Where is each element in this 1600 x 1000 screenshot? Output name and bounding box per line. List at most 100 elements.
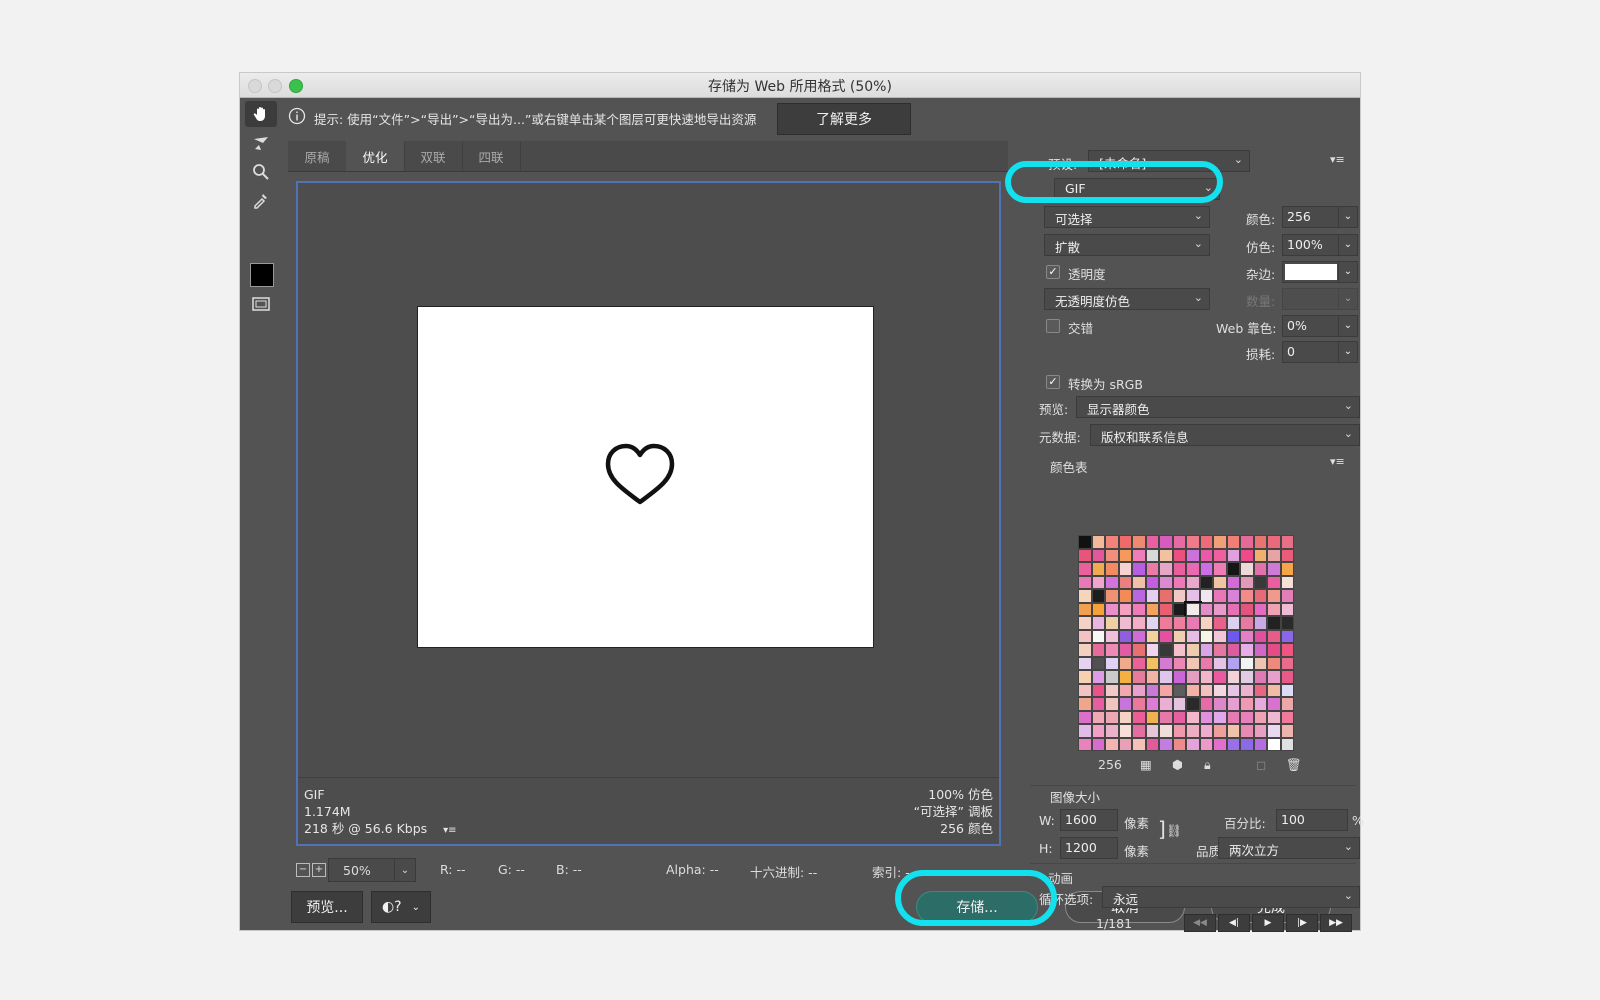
color-swatch[interactable] xyxy=(1186,616,1200,630)
color-swatch[interactable] xyxy=(1145,656,1159,670)
color-swatch[interactable] xyxy=(1078,602,1092,616)
panel-menu-icon[interactable]: ▾≡ xyxy=(1330,455,1345,468)
color-swatch[interactable] xyxy=(1105,656,1119,670)
color-swatch[interactable] xyxy=(1118,562,1132,576)
color-swatch[interactable] xyxy=(1199,697,1213,711)
color-swatch[interactable] xyxy=(1213,724,1227,738)
color-swatch[interactable] xyxy=(1172,589,1186,603)
color-swatch[interactable] xyxy=(1240,575,1254,589)
color-swatch[interactable] xyxy=(1186,724,1200,738)
color-swatch[interactable] xyxy=(1213,575,1227,589)
color-swatch[interactable] xyxy=(1105,535,1119,549)
color-swatch[interactable] xyxy=(1078,724,1092,738)
color-swatch[interactable] xyxy=(1280,697,1294,711)
color-swatch[interactable] xyxy=(1118,535,1132,549)
color-swatch[interactable] xyxy=(1226,724,1240,738)
color-swatch[interactable] xyxy=(1199,629,1213,643)
color-swatch[interactable] xyxy=(1118,670,1132,684)
color-swatch[interactable] xyxy=(1199,683,1213,697)
color-swatch[interactable] xyxy=(1226,535,1240,549)
color-swatch[interactable] xyxy=(1091,535,1105,549)
matte-select[interactable]: ⌄ xyxy=(1282,261,1358,283)
color-swatch[interactable] xyxy=(1105,629,1119,643)
zoom-level-select[interactable]: 50% ⌄ xyxy=(328,858,416,882)
color-swatch[interactable] xyxy=(1280,643,1294,657)
color-swatch[interactable] xyxy=(1267,724,1281,738)
color-swatch[interactable] xyxy=(1132,670,1146,684)
color-swatch[interactable] xyxy=(1199,589,1213,603)
color-swatch[interactable] xyxy=(1199,724,1213,738)
color-swatch[interactable] xyxy=(1186,535,1200,549)
quality-select[interactable]: 两次立方 ⌄ xyxy=(1218,837,1360,859)
color-swatch[interactable] xyxy=(1199,562,1213,576)
color-swatch[interactable] xyxy=(1091,737,1105,751)
color-swatch[interactable] xyxy=(1253,724,1267,738)
play-button[interactable]: ▶ xyxy=(1252,914,1284,932)
color-swatch[interactable] xyxy=(1132,575,1146,589)
color-swatch[interactable] xyxy=(1267,548,1281,562)
color-swatch[interactable] xyxy=(1199,643,1213,657)
color-swatch[interactable] xyxy=(1240,656,1254,670)
color-swatch[interactable] xyxy=(1172,683,1186,697)
color-swatch[interactable] xyxy=(1280,575,1294,589)
color-swatch[interactable] xyxy=(1091,697,1105,711)
color-swatch[interactable] xyxy=(1078,575,1092,589)
height-field[interactable]: 1200 xyxy=(1060,837,1118,859)
color-swatch[interactable] xyxy=(1186,548,1200,562)
color-swatch[interactable] xyxy=(1091,629,1105,643)
color-reduction-select[interactable]: 可选择 ⌄ xyxy=(1044,206,1210,228)
color-swatch[interactable] xyxy=(1280,670,1294,684)
color-swatch[interactable] xyxy=(1091,575,1105,589)
color-swatch[interactable] xyxy=(1172,602,1186,616)
width-field[interactable]: 1600 xyxy=(1060,809,1118,831)
color-swatch[interactable] xyxy=(1132,643,1146,657)
color-swatch[interactable] xyxy=(1145,697,1159,711)
color-swatch[interactable] xyxy=(1132,683,1146,697)
color-swatch[interactable] xyxy=(1118,616,1132,630)
color-swatch[interactable] xyxy=(1118,697,1132,711)
color-swatch[interactable] xyxy=(1267,697,1281,711)
color-swatch[interactable] xyxy=(1213,535,1227,549)
color-swatch[interactable] xyxy=(1267,737,1281,751)
web-shift-cube-icon[interactable]: ⬢ xyxy=(1172,757,1183,772)
color-swatch[interactable] xyxy=(1159,724,1173,738)
color-swatch[interactable] xyxy=(1186,629,1200,643)
color-swatch[interactable] xyxy=(1199,737,1213,751)
color-swatch[interactable] xyxy=(1145,535,1159,549)
color-swatch[interactable] xyxy=(1184,600,1202,618)
color-swatch[interactable] xyxy=(1172,724,1186,738)
color-swatch[interactable] xyxy=(1240,683,1254,697)
color-swatch[interactable] xyxy=(1132,616,1146,630)
color-swatch[interactable] xyxy=(1280,737,1294,751)
slice-select-icon[interactable] xyxy=(245,131,277,157)
color-swatch[interactable] xyxy=(1186,737,1200,751)
color-swatch[interactable] xyxy=(1280,548,1294,562)
color-swatch[interactable] xyxy=(1226,643,1240,657)
color-swatch[interactable] xyxy=(1091,616,1105,630)
convert-srgb-checkbox[interactable]: ✓ xyxy=(1046,375,1060,389)
color-swatch[interactable] xyxy=(1172,616,1186,630)
color-swatch[interactable] xyxy=(1145,643,1159,657)
color-swatch[interactable] xyxy=(1078,697,1092,711)
color-swatch[interactable] xyxy=(1186,710,1200,724)
color-swatch[interactable] xyxy=(1186,670,1200,684)
color-swatch[interactable] xyxy=(1186,562,1200,576)
color-swatch[interactable] xyxy=(1159,535,1173,549)
color-swatch[interactable] xyxy=(1078,683,1092,697)
tab-4-up[interactable]: 四联 xyxy=(462,141,521,171)
color-swatch[interactable] xyxy=(1267,643,1281,657)
color-swatch[interactable] xyxy=(1132,697,1146,711)
color-swatch[interactable] xyxy=(1172,575,1186,589)
color-swatch[interactable] xyxy=(1213,737,1227,751)
color-swatch[interactable] xyxy=(1118,737,1132,751)
color-swatch[interactable] xyxy=(1078,535,1092,549)
color-swatch[interactable] xyxy=(1159,589,1173,603)
color-swatch[interactable] xyxy=(1159,656,1173,670)
color-swatch[interactable] xyxy=(1186,697,1200,711)
color-swatch[interactable] xyxy=(1159,575,1173,589)
color-swatch[interactable] xyxy=(1267,589,1281,603)
color-swatch[interactable] xyxy=(1226,602,1240,616)
color-swatch[interactable] xyxy=(1186,643,1200,657)
color-swatch[interactable] xyxy=(1145,589,1159,603)
color-swatch[interactable] xyxy=(1199,548,1213,562)
